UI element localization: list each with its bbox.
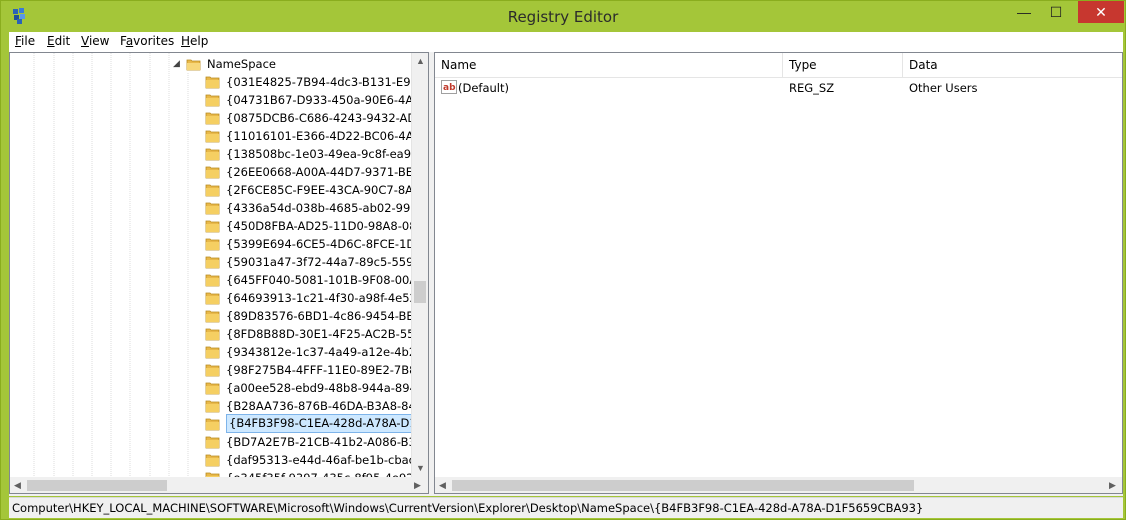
menu-help-accel: H bbox=[181, 34, 191, 48]
tree-node-label: {B4FB3F98-C1EA-428d-A78A-D1F56 bbox=[226, 414, 428, 433]
folder-icon bbox=[205, 436, 220, 449]
menu-help[interactable]: Help bbox=[181, 34, 208, 48]
menu-file-rest: ile bbox=[21, 34, 36, 48]
folder-icon bbox=[205, 328, 220, 341]
menu-bar: File Edit View Favorites Help bbox=[9, 32, 1123, 52]
folder-icon bbox=[205, 148, 220, 161]
tree-node-label: {a00ee528-ebd9-48b8-944a-8942113 bbox=[226, 381, 429, 395]
menu-help-rest: elp bbox=[190, 34, 209, 48]
tree-node-label: {BD7A2E7B-21CB-41b2-A086-B3096 bbox=[226, 435, 429, 449]
scroll-down-icon[interactable]: ▼ bbox=[416, 463, 425, 473]
folder-icon bbox=[205, 184, 220, 197]
tree-node-label: {89D83576-6BD1-4c86-9454-BEB04E bbox=[226, 309, 429, 323]
tree-node-label: {04731B67-D933-450a-90E6-4ACD2I bbox=[226, 93, 429, 107]
value-type: REG_SZ bbox=[789, 81, 835, 95]
key-tree-pane[interactable]: ◢ NameSpace {031E4825-7B94-4dc3-B131-E94… bbox=[9, 52, 429, 494]
menu-edit-rest: dit bbox=[54, 34, 71, 48]
tree-scroll-thumb[interactable] bbox=[414, 281, 426, 303]
scroll-right-icon[interactable]: ▶ bbox=[1109, 480, 1116, 491]
folder-open-icon bbox=[186, 59, 201, 71]
tree-node-label: {9343812e-1c37-4a49-a12e-4b2d810 bbox=[226, 345, 429, 359]
tree-node-label: NameSpace bbox=[207, 57, 276, 71]
list-horizontal-scrollbar[interactable]: ◀ ▶ bbox=[435, 477, 1122, 493]
menu-favorites[interactable]: Favorites bbox=[120, 34, 174, 48]
folder-icon bbox=[205, 382, 220, 395]
folder-icon bbox=[205, 364, 220, 377]
tree-node-label: {8FD8B88D-30E1-4F25-AC2B-553D3 bbox=[226, 327, 429, 341]
folder-icon bbox=[205, 400, 220, 413]
column-header-name[interactable]: Name bbox=[435, 53, 783, 78]
tree-horizontal-scrollbar[interactable]: ◀ ▶ bbox=[10, 477, 428, 493]
tree-node-label: {5399E694-6CE5-4D6C-8FCE-1D887 bbox=[226, 237, 429, 251]
folder-icon bbox=[205, 454, 220, 467]
menu-edit[interactable]: Edit bbox=[47, 34, 70, 48]
folder-icon bbox=[205, 418, 220, 431]
tree-node-label: {031E4825-7B94-4dc3-B131-E946B4 bbox=[226, 75, 429, 89]
tree-node-label: {64693913-1c21-4f30-a98f-4e52906 bbox=[226, 291, 429, 305]
folder-icon bbox=[205, 238, 220, 251]
folder-icon bbox=[205, 292, 220, 305]
value-name[interactable]: (Default) bbox=[458, 81, 509, 95]
value-data: Other Users bbox=[909, 81, 978, 95]
scroll-right-icon[interactable]: ▶ bbox=[414, 480, 421, 491]
folder-icon bbox=[205, 274, 220, 287]
tree-node-label: {26EE0668-A00A-44D7-9371-BEB064 bbox=[226, 165, 429, 179]
folder-icon bbox=[205, 166, 220, 179]
folder-icon bbox=[205, 76, 220, 89]
title-bar[interactable]: Registry Editor — ☐ ✕ bbox=[1, 1, 1125, 32]
scroll-up-icon[interactable]: ▲ bbox=[416, 56, 425, 66]
string-value-icon: ab bbox=[441, 80, 457, 94]
expanded-arrow-icon[interactable]: ◢ bbox=[173, 55, 180, 73]
svg-text:ab: ab bbox=[443, 83, 456, 93]
window-title: Registry Editor bbox=[507, 8, 619, 26]
menu-favorites-rest: vorites bbox=[133, 34, 175, 48]
menu-view[interactable]: View bbox=[81, 34, 109, 48]
column-header-data[interactable]: Data bbox=[903, 53, 1122, 78]
list-hscroll-thumb[interactable] bbox=[452, 480, 914, 491]
maximize-button[interactable]: ☐ bbox=[1042, 1, 1070, 23]
folder-icon bbox=[205, 310, 220, 323]
minimize-button[interactable]: — bbox=[1011, 1, 1037, 23]
tree-node-label: {4336a54d-038b-4685-ab02-99bb52 bbox=[226, 201, 429, 215]
scroll-left-icon[interactable]: ◀ bbox=[439, 480, 446, 491]
tree-node-label: {0875DCB6-C686-4243-9432-ADCCI bbox=[226, 111, 429, 125]
registry-editor-window: Registry Editor — ☐ ✕ File Edit View Fav… bbox=[0, 0, 1126, 520]
tree-hscroll-thumb[interactable] bbox=[27, 480, 167, 491]
close-button[interactable]: ✕ bbox=[1078, 1, 1124, 23]
menu-file[interactable]: File bbox=[15, 34, 35, 48]
client-area: ◢ NameSpace {031E4825-7B94-4dc3-B131-E94… bbox=[9, 52, 1123, 496]
menu-edit-accel: E bbox=[47, 34, 55, 48]
tree-node-label: {59031a47-3f72-44a7-89c5-5595fe6I bbox=[226, 255, 429, 269]
folder-icon bbox=[205, 256, 220, 269]
tree-node-label: {2F6CE85C-F9EE-43CA-90C7-8A9BD bbox=[226, 183, 429, 197]
folder-icon bbox=[205, 220, 220, 233]
folder-icon bbox=[205, 202, 220, 215]
menu-view-accel: V bbox=[81, 34, 89, 48]
scroll-left-icon[interactable]: ◀ bbox=[14, 480, 21, 491]
tree-node-label: {450D8FBA-AD25-11D0-98A8-08003 bbox=[226, 219, 429, 233]
tree-node-label: {98F275B4-4FFF-11E0-89E2-7B86DF bbox=[226, 363, 429, 377]
tree-node-label: {11016101-E366-4D22-BC06-4ADA3 bbox=[226, 129, 429, 143]
value-list-pane[interactable]: Name Type Data ab (Default) REG_SZ Other… bbox=[434, 52, 1123, 494]
tree-vertical-scrollbar[interactable]: ▲ ▼ bbox=[411, 53, 428, 478]
folder-icon bbox=[205, 346, 220, 359]
folder-icon bbox=[205, 130, 220, 143]
menu-view-rest: iew bbox=[88, 34, 110, 48]
tree-node-label: {645FF040-5081-101B-9F08-00AA00 bbox=[226, 273, 429, 287]
folder-icon bbox=[205, 112, 220, 125]
tree-node-label: {daf95313-e44d-46af-be1b-cbacea2 bbox=[226, 453, 429, 467]
tree-node-label: {B28AA736-876B-46DA-B3A8-84C5I bbox=[226, 399, 429, 413]
tree-node-label: {138508bc-1e03-49ea-9c8f-ea9e1d0 bbox=[226, 147, 429, 161]
folder-icon bbox=[205, 94, 220, 107]
status-bar-path: Computer\HKEY_LOCAL_MACHINE\SOFTWARE\Mic… bbox=[9, 497, 1123, 518]
column-header-type[interactable]: Type bbox=[783, 53, 903, 78]
